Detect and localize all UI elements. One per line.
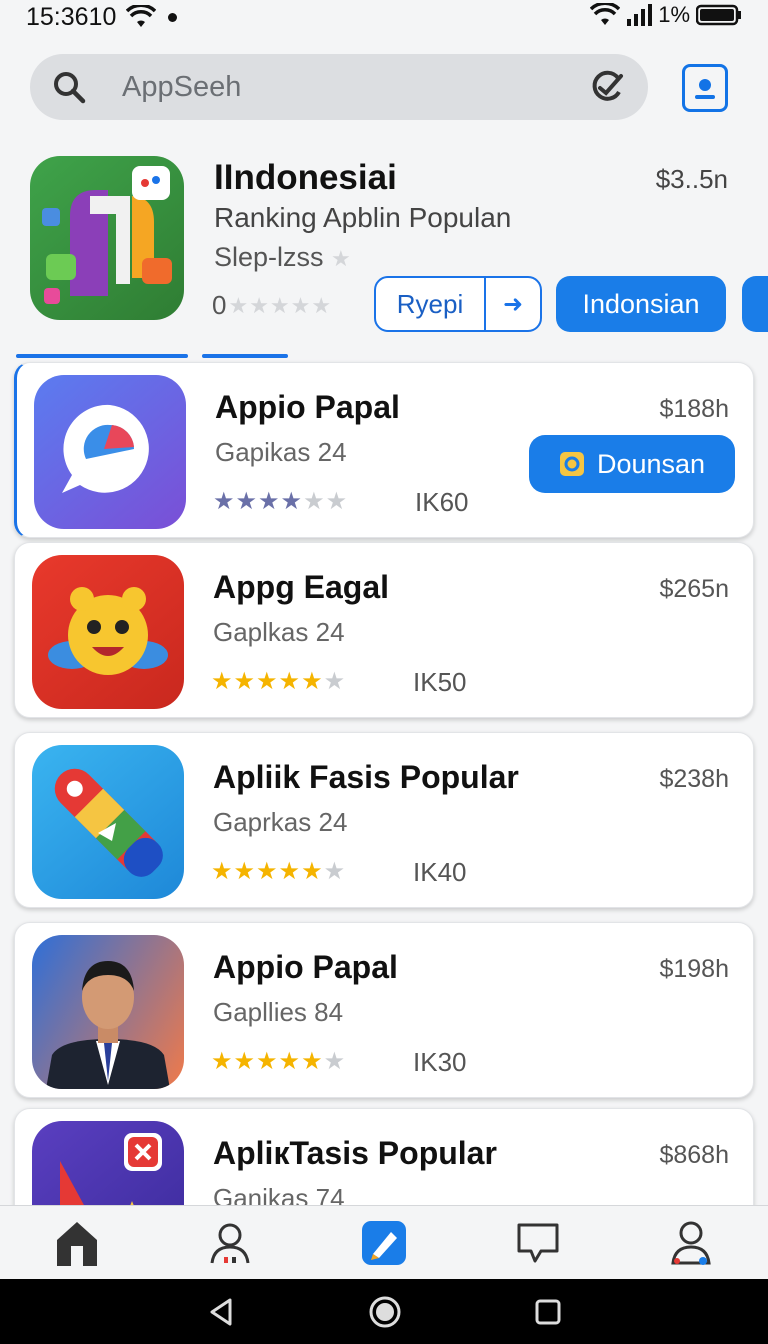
review-count: IK40 [413, 857, 467, 887]
app-list-item[interactable]: Apliik Fasis Popular Gaprkas 24 $238h ★★… [14, 732, 754, 908]
rating-stars-icon: ★★★★★★ [213, 488, 349, 515]
download-button[interactable]: Dounsan [529, 435, 735, 493]
search-icon [54, 72, 86, 104]
chat-icon [517, 1223, 559, 1262]
app-price: $868h [659, 1141, 729, 1169]
wifi-icon [590, 3, 621, 25]
battery-percent: 1% [658, 2, 690, 27]
featured-rating: 0 ★★★★★ [212, 290, 333, 320]
review-count: IK30 [413, 1047, 467, 1077]
featured-app-icon[interactable] [30, 156, 184, 320]
account-button[interactable] [682, 64, 728, 112]
rating-stars-icon: ★★★★★★ [211, 668, 347, 695]
star-icon: ★ [331, 246, 352, 271]
people-icon [210, 1223, 250, 1263]
app-price: $188h [659, 395, 729, 423]
signal-icon [627, 4, 653, 26]
profile-icon [671, 1221, 711, 1265]
app-icon [34, 375, 186, 529]
app-category: Gaplkas 24 [213, 617, 345, 647]
featured-price: $3..5n [655, 164, 728, 194]
featured-section: IIndonesiai Ranking Apblin Populan Slep-… [0, 150, 768, 350]
app-name: ApliкTasis Popular [213, 1135, 497, 1171]
nav-home[interactable] [47, 1213, 107, 1273]
app-icon [32, 555, 184, 709]
app-price: $265n [659, 575, 729, 603]
nav-profile[interactable] [661, 1213, 721, 1273]
review-count: IK50 [413, 667, 467, 697]
ryepi-button[interactable]: Ryepi ➜ [374, 276, 542, 332]
home-icon [56, 1221, 97, 1266]
app-name: Appg Eagal [213, 569, 390, 605]
search-bar[interactable] [30, 54, 648, 120]
featured-subtitle: Ranking Apblin Populan [214, 202, 512, 233]
app-name: Apliik Fasis Popular [213, 759, 519, 795]
download-icon [559, 452, 584, 476]
rating-stars-icon: ★★★★★ [228, 292, 333, 318]
nav-chat[interactable] [508, 1213, 568, 1273]
battery-icon [696, 4, 741, 26]
home-button-icon[interactable] [368, 1295, 402, 1329]
bottom-navigation [0, 1205, 768, 1279]
app-category: Gapllies 84 [213, 997, 344, 1027]
nav-people[interactable] [200, 1213, 260, 1273]
review-count: IK60 [415, 487, 469, 517]
app-name: Appio Papal [215, 389, 400, 425]
app-price: $238h [659, 765, 729, 793]
nav-apps[interactable] [354, 1213, 414, 1273]
app-icon [32, 745, 184, 899]
tab-indicator [16, 354, 188, 358]
status-time: 15:3610 [26, 2, 117, 31]
wifi-icon [126, 5, 157, 27]
app-list-item[interactable]: Appio Papal Gapllies 84 $198h ★★★★★★ IK3… [14, 922, 754, 1098]
notification-dot-icon [168, 12, 178, 22]
account-icon [695, 79, 715, 99]
arrow-right-icon: ➜ [502, 290, 524, 318]
more-button[interactable] [742, 276, 768, 332]
tab-indicator [202, 354, 288, 358]
rating-stars-icon: ★★★★★★ [211, 1048, 347, 1075]
apps-icon [361, 1220, 406, 1265]
voice-search-icon[interactable] [588, 68, 626, 106]
app-name: Appio Papal [213, 949, 398, 985]
search-input[interactable] [122, 70, 588, 104]
app-list-item[interactable]: Appg Eagal Gaplkas 24 $265n ★★★★★★ IK50 [14, 542, 754, 718]
app-category: Gaprkas 24 [213, 807, 348, 837]
recents-icon[interactable] [534, 1298, 562, 1326]
rating-stars-icon: ★★★★★★ [211, 858, 347, 885]
indonesian-button[interactable]: Indonsian [556, 276, 726, 332]
status-bar: 15:3610 1% [0, 0, 768, 34]
back-icon[interactable] [206, 1297, 236, 1327]
app-icon [32, 935, 184, 1089]
app-list-item[interactable]: Appio Papal Gapikas 24 $188h ★★★★★★ IK60… [14, 362, 754, 538]
featured-title: IIndonesiai [214, 158, 397, 197]
app-price: $198h [659, 955, 729, 983]
app-category: Gapikas 24 [215, 437, 347, 467]
system-navigation [0, 1279, 768, 1344]
featured-subtitle-secondary: Slep-lzss ★ [214, 242, 352, 272]
